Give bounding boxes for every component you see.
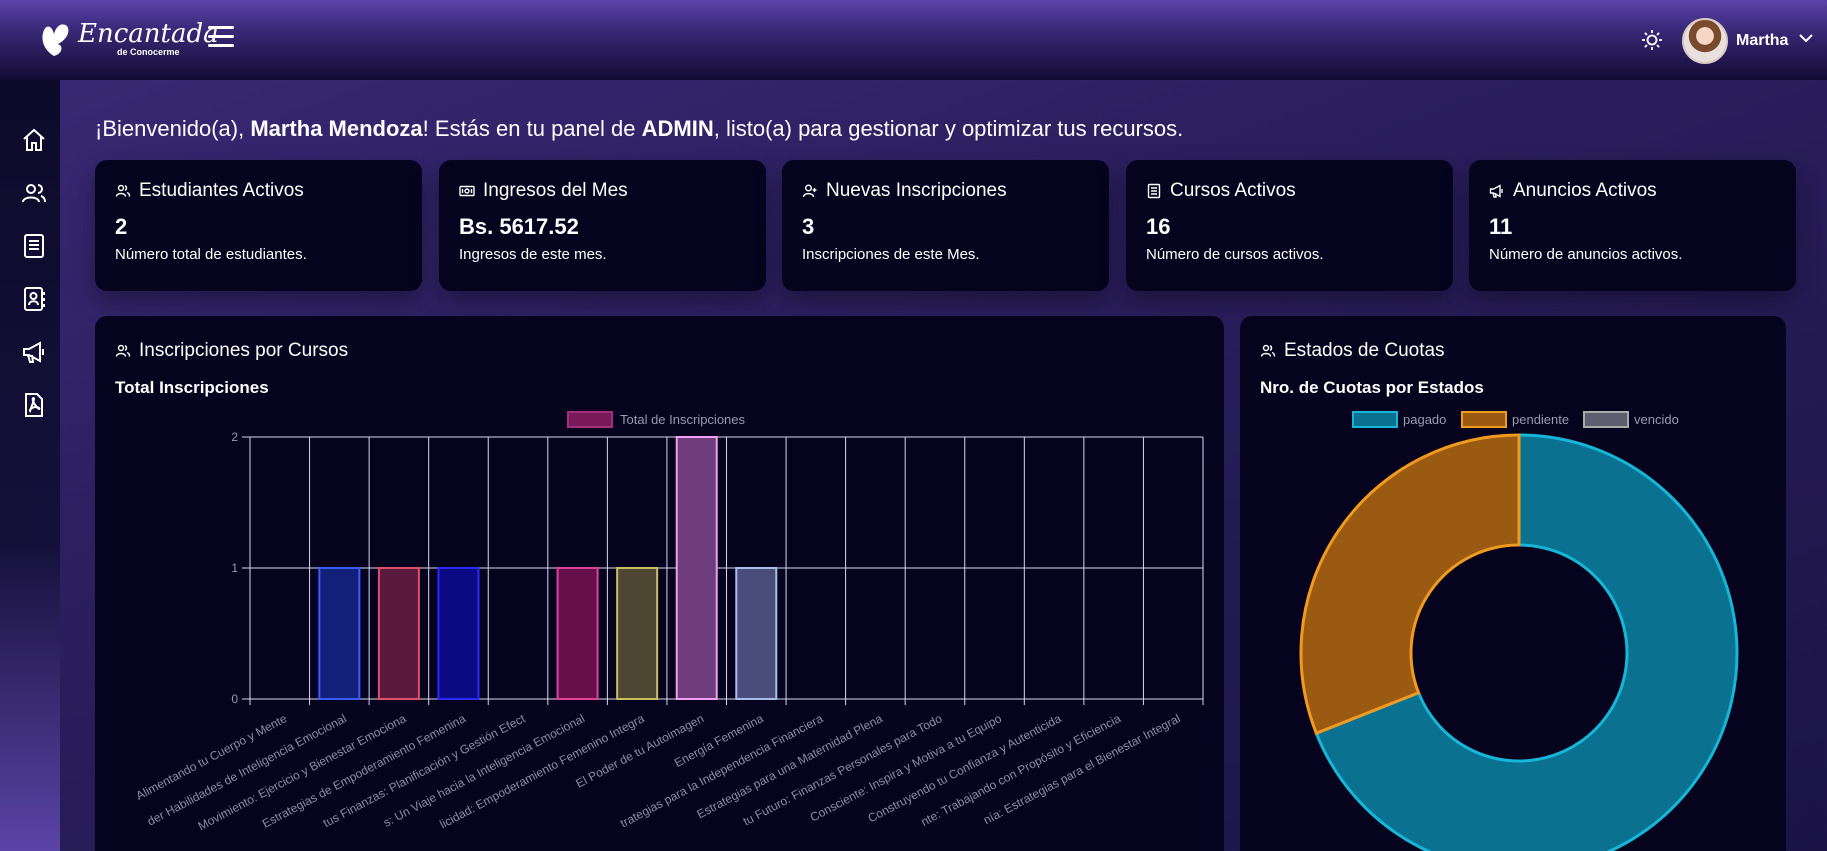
bar [675,436,718,700]
money-icon [459,185,475,197]
chart-legend: Total de Inscripciones [567,411,746,428]
pdf-icon [25,393,43,417]
bar [377,567,420,700]
chevron-down-icon[interactable] [1798,30,1814,46]
contacts-icon [24,287,45,311]
brand-name: Encantada [78,19,219,49]
card-title-row: Estudiantes Activos [115,180,402,202]
card-title-row: Ingresos del Mes [459,180,746,202]
y-tick-label: 2 [231,430,238,444]
welcome-message: ¡Bienvenido(a), Martha Mendoza! Estás en… [95,116,1183,142]
card-description: Número de anuncios activos. [1489,246,1683,263]
bar [616,567,659,700]
menu-toggle-button[interactable] [208,26,234,48]
users-icon [22,184,46,203]
welcome-role: ADMIN [641,116,714,141]
card-description: Número total de estudiantes. [115,246,307,263]
stat-card-students: Estudiantes Activos 2 Número total de es… [95,160,422,291]
sidebar-item-users[interactable] [20,179,48,207]
legend-label: vencido [1634,412,1679,427]
bar [556,567,599,700]
card-title: Anuncios Activos [1513,180,1657,201]
legend-swatch [1352,411,1398,428]
legend-label: Total de Inscripciones [620,412,746,427]
fee-status-panel: Estados de Cuotas Nro. de Cuotas por Est… [1240,316,1786,851]
card-title-row: Cursos Activos [1146,180,1433,202]
donut-slice-pendiente [1299,433,1521,736]
card-title: Ingresos del Mes [483,180,628,201]
book-icon [24,234,44,258]
card-value: 3 [802,214,815,239]
card-title-row: Anuncios Activos [1489,180,1776,202]
user-avatar[interactable] [1682,18,1728,64]
legend-swatch [1461,411,1507,428]
sidebar-item-announcements[interactable] [20,338,48,366]
legend-label: pendiente [1512,412,1569,427]
butterfly-icon [42,24,69,56]
top-bar: Encantada de Conocerme Martha [0,0,1827,80]
stat-card-income: Ingresos del Mes Bs. 5617.52 Ingresos de… [439,160,766,291]
book-icon [1147,183,1161,199]
card-description: Inscripciones de este Mes. [802,246,980,263]
stat-card-enrollments: Nuevas Inscripciones 3 Inscripciones de … [782,160,1109,291]
welcome-middle: ! Estás en tu panel de [422,116,642,141]
card-value: 11 [1489,214,1513,239]
enrollments-by-course-panel: Inscripciones por Cursos Total Inscripci… [95,316,1224,851]
card-value: Bs. 5617.52 [459,214,579,239]
legend-swatch [567,411,613,428]
welcome-suffix: , listo(a) para gestionar y optimizar tu… [713,116,1184,141]
sidebar-item-home[interactable] [20,126,48,154]
legend-label: pagado [1403,412,1446,427]
stat-card-announcements: Anuncios Activos 11 Número de anuncios a… [1469,160,1796,291]
bar [735,567,778,700]
welcome-prefix: ¡Bienvenido(a), [95,116,251,141]
chart-legend: pagado pendiente vencido [1352,411,1679,428]
theme-toggle-sun-icon[interactable] [1640,28,1664,52]
sidebar-item-courses[interactable] [20,232,48,260]
megaphone-icon [1489,184,1503,198]
enrollments-bar-chart: Total de Inscripciones012Alimentando tu … [134,411,1204,833]
card-title-row: Nuevas Inscripciones [802,180,1089,202]
card-value: 2 [115,214,128,239]
card-description: Número de cursos activos. [1146,246,1324,263]
card-title: Estudiantes Activos [139,180,304,201]
card-value: 16 [1146,214,1171,239]
y-tick-label: 0 [231,692,238,706]
card-description: Ingresos de este mes. [459,246,607,263]
user-plus-icon [802,184,817,198]
megaphone-icon [23,341,44,363]
sidebar-item-contacts[interactable] [20,285,48,313]
sidebar [0,80,60,851]
home-icon [23,128,45,151]
sidebar-item-reports[interactable] [20,391,48,419]
legend-swatch [1583,411,1629,428]
card-title: Cursos Activos [1170,180,1296,201]
bar [318,567,361,700]
card-title: Nuevas Inscripciones [826,180,1007,201]
stat-card-courses: Cursos Activos 16 Número de cursos activ… [1126,160,1453,291]
welcome-user-name: Martha Mendoza [250,116,423,141]
user-name[interactable]: Martha [1736,32,1788,50]
bar [437,567,480,700]
y-tick-label: 1 [231,561,238,575]
fee-status-donut-chart: pagado pendiente vencido [1299,411,1739,851]
users-icon [115,184,131,197]
brand-logo[interactable]: Encantada de Conocerme [38,20,219,58]
